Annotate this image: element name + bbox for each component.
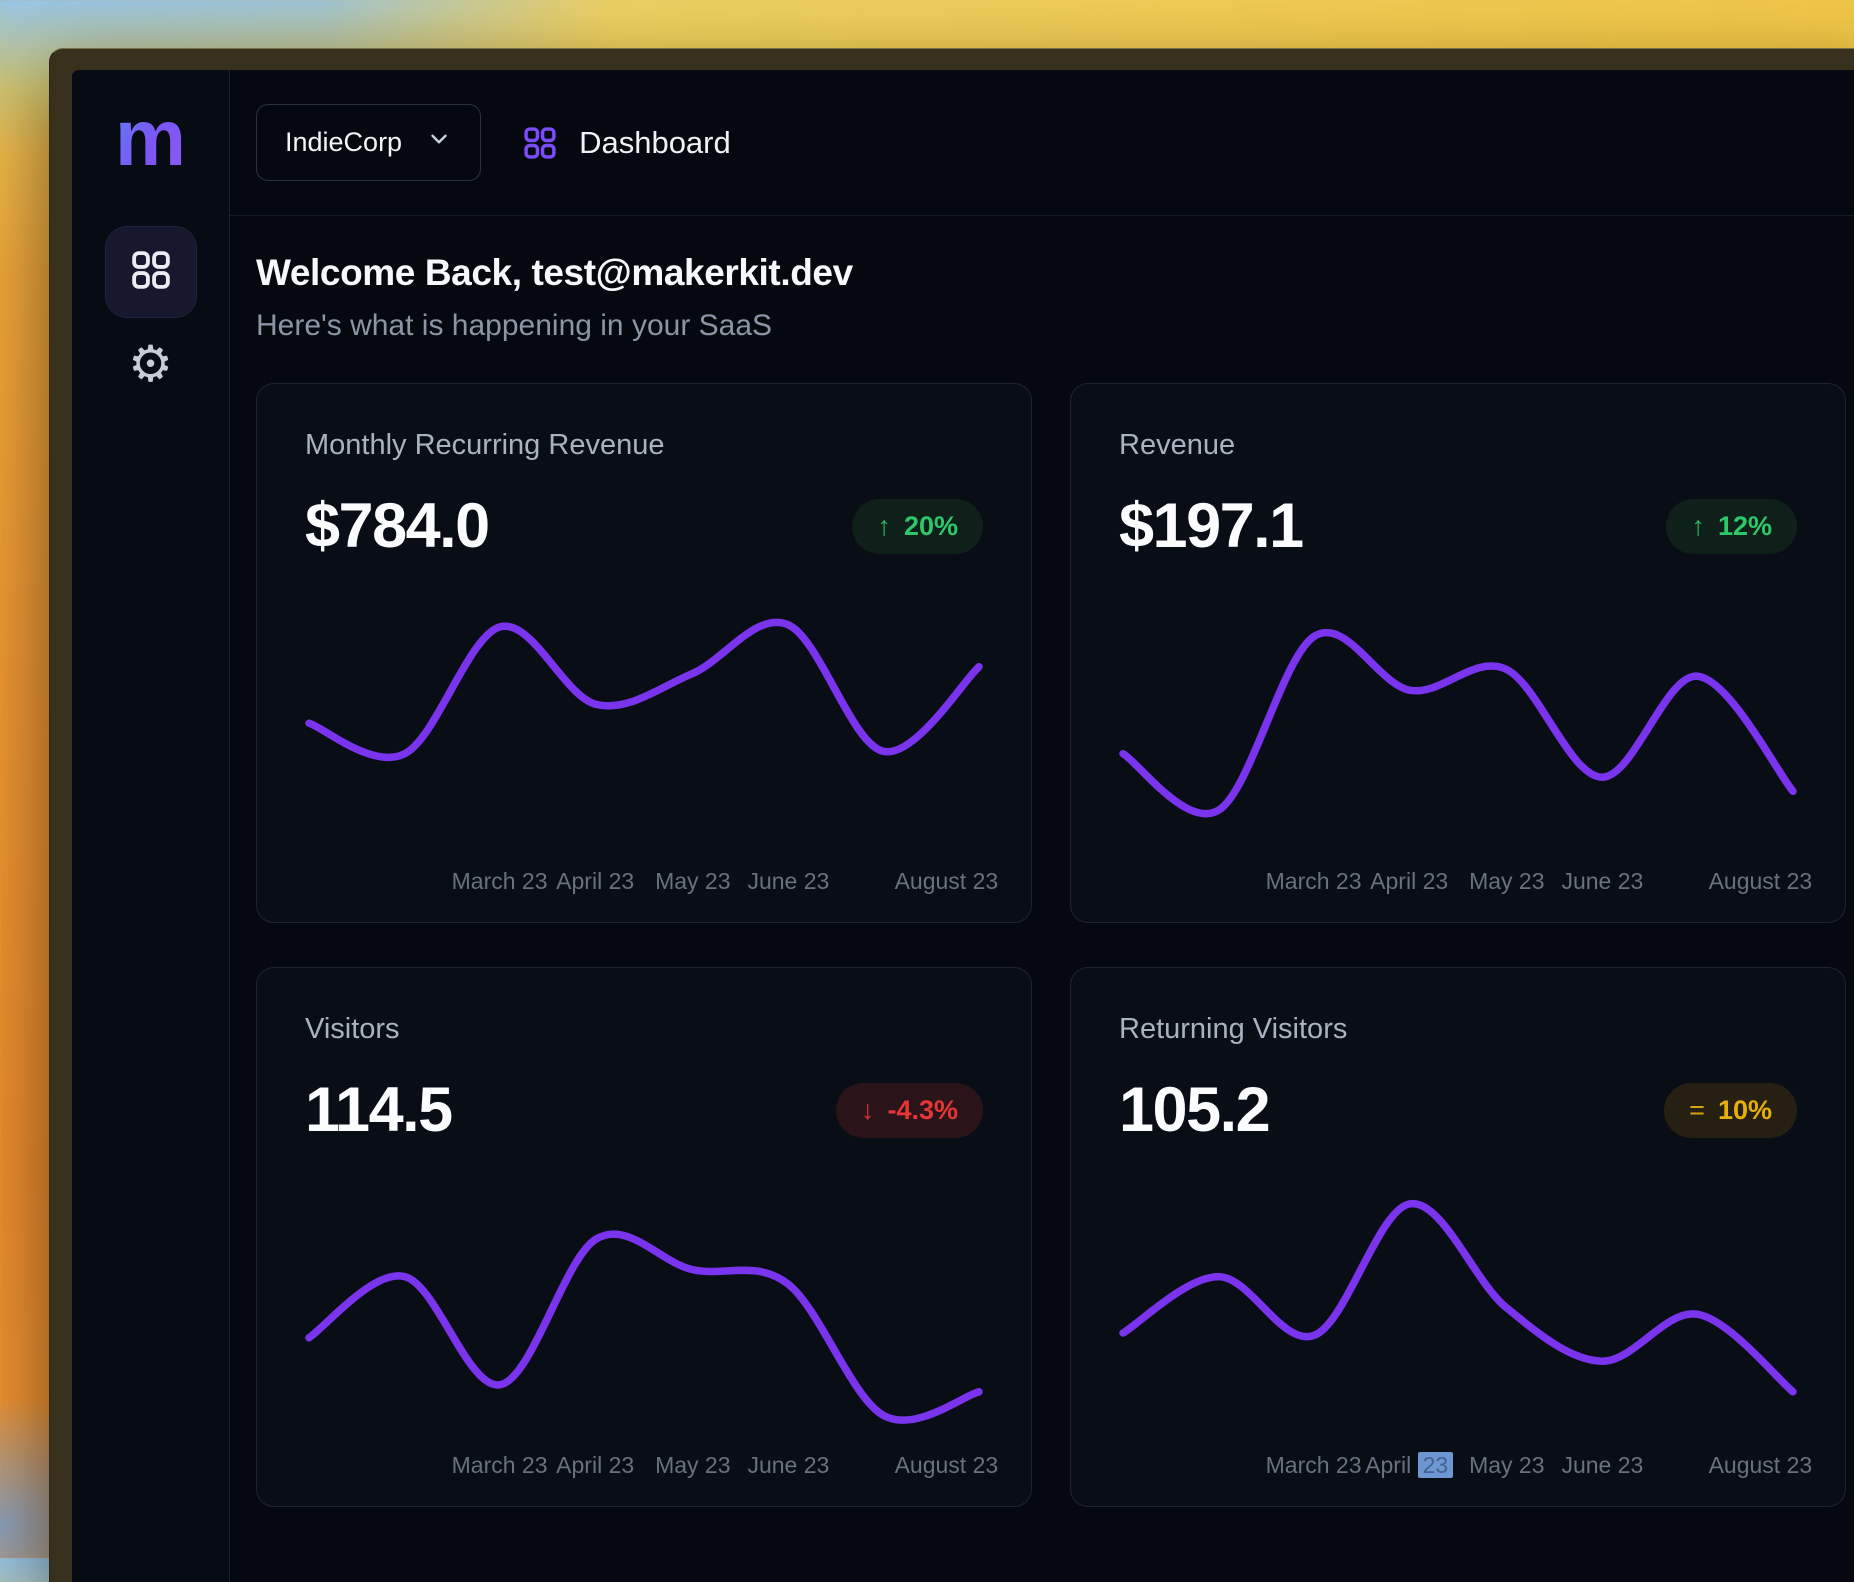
x-axis-tick: May 23 (655, 868, 730, 894)
page-title: Dashboard (579, 125, 731, 161)
metric-value: 114.5 (305, 1072, 452, 1148)
metric-row: 105.2 = 10% (1119, 1072, 1797, 1148)
main-area: IndieCorp (230, 70, 1854, 1582)
x-axis-tick: August 23 (1709, 868, 1813, 894)
trend-badge-label: 20% (904, 511, 958, 542)
metric-value: $197.1 (1119, 488, 1303, 564)
x-axis-tick: August 23 (1709, 1452, 1813, 1478)
x-axis-tick: April 23 (556, 868, 634, 894)
arrow-down-icon: ↓ (861, 1095, 875, 1126)
metric-card-returning-visitors: Returning Visitors 105.2 = 10% March 23A… (1070, 967, 1846, 1507)
arrow-up-icon: ↑ (1691, 511, 1705, 542)
x-axis-tick: June 23 (747, 868, 829, 894)
line-chart: March 23April 23May 23June 23August 23 (305, 578, 983, 868)
x-axis-tick: March 23 (1266, 868, 1362, 894)
metric-value: $784.0 (305, 488, 489, 564)
trend-badge: ↑ 20% (852, 499, 983, 554)
breadcrumb: Dashboard (521, 124, 731, 162)
grid-icon (128, 247, 174, 298)
selection-highlight: 23 (1418, 1452, 1454, 1478)
metric-row: 114.5 ↓ -4.3% (305, 1072, 983, 1148)
trend-badge: ↓ -4.3% (836, 1083, 983, 1138)
x-axis-tick: March 23 (452, 868, 548, 894)
grid-icon (521, 124, 559, 162)
card-title: Visitors (305, 1012, 983, 1046)
app-content: m ⚙ IndieCorp (72, 70, 1854, 1582)
card-title: Revenue (1119, 428, 1797, 462)
sidebar-item-settings[interactable]: ⚙ (119, 332, 183, 396)
metric-card-mrr: Monthly Recurring Revenue $784.0 ↑ 20% M… (256, 383, 1032, 923)
workspace-selector-button[interactable]: IndieCorp (256, 104, 481, 181)
trend-badge-label: 12% (1718, 511, 1772, 542)
x-axis: March 23April 23May 23June 23August 23 (305, 868, 983, 898)
gear-icon: ⚙ (128, 339, 173, 389)
x-axis-tick: May 23 (655, 1452, 730, 1478)
x-axis-tick: April 23 (1370, 868, 1448, 894)
x-axis-tick: March 23 (1266, 1452, 1362, 1478)
equals-icon: = (1689, 1095, 1705, 1126)
metric-row: $197.1 ↑ 12% (1119, 488, 1797, 564)
sidebar-item-dashboard[interactable] (105, 226, 197, 318)
x-axis-tick: June 23 (1561, 868, 1643, 894)
x-axis: March 23April 23May 23June 23August 23 (305, 1452, 983, 1482)
x-axis-tick: June 23 (1561, 1452, 1643, 1478)
x-axis-tick: April 23 (1365, 1452, 1453, 1478)
x-axis-tick: April 23 (556, 1452, 634, 1478)
topbar: IndieCorp (230, 70, 1854, 216)
line-chart: March 23April 23May 23June 23August 23 (1119, 578, 1797, 868)
card-title: Monthly Recurring Revenue (305, 428, 983, 462)
card-title: Returning Visitors (1119, 1012, 1797, 1046)
sidebar: m ⚙ (72, 70, 230, 1582)
line-chart: March 23April 23May 23June 23August 23 (305, 1162, 983, 1452)
makerkit-logo: m (115, 92, 186, 184)
welcome-title: Welcome Back, test@makerkit.dev (256, 252, 1846, 294)
x-axis-tick: May 23 (1469, 868, 1544, 894)
x-axis-tick: August 23 (895, 868, 999, 894)
workspace-selector-label: IndieCorp (285, 127, 402, 158)
x-axis: March 23April 23May 23June 23August 23 (1119, 1452, 1797, 1482)
metric-card-visitors: Visitors 114.5 ↓ -4.3% March 23April 23M… (256, 967, 1032, 1507)
trend-badge: = 10% (1664, 1083, 1797, 1138)
trend-badge-label: -4.3% (887, 1095, 958, 1126)
x-axis-tick: March 23 (452, 1452, 548, 1478)
app-window: m ⚙ IndieCorp (49, 48, 1854, 1582)
metric-row: $784.0 ↑ 20% (305, 488, 983, 564)
dashboard-content: Welcome Back, test@makerkit.dev Here's w… (230, 216, 1854, 1582)
arrow-up-icon: ↑ (877, 511, 891, 542)
metrics-grid: Monthly Recurring Revenue $784.0 ↑ 20% M… (256, 383, 1846, 1507)
metric-value: 105.2 (1119, 1072, 1269, 1148)
x-axis-tick: May 23 (1469, 1452, 1544, 1478)
metric-card-revenue: Revenue $197.1 ↑ 12% March 23April 23May… (1070, 383, 1846, 923)
trend-badge-label: 10% (1718, 1095, 1772, 1126)
welcome-subtitle: Here's what is happening in your SaaS (256, 309, 1846, 343)
chevron-down-icon (426, 126, 452, 159)
trend-badge: ↑ 12% (1666, 499, 1797, 554)
line-chart: March 23April 23May 23June 23August 23 (1119, 1162, 1797, 1452)
x-axis-tick: June 23 (747, 1452, 829, 1478)
x-axis-tick: August 23 (895, 1452, 999, 1478)
x-axis: March 23April 23May 23June 23August 23 (1119, 868, 1797, 898)
